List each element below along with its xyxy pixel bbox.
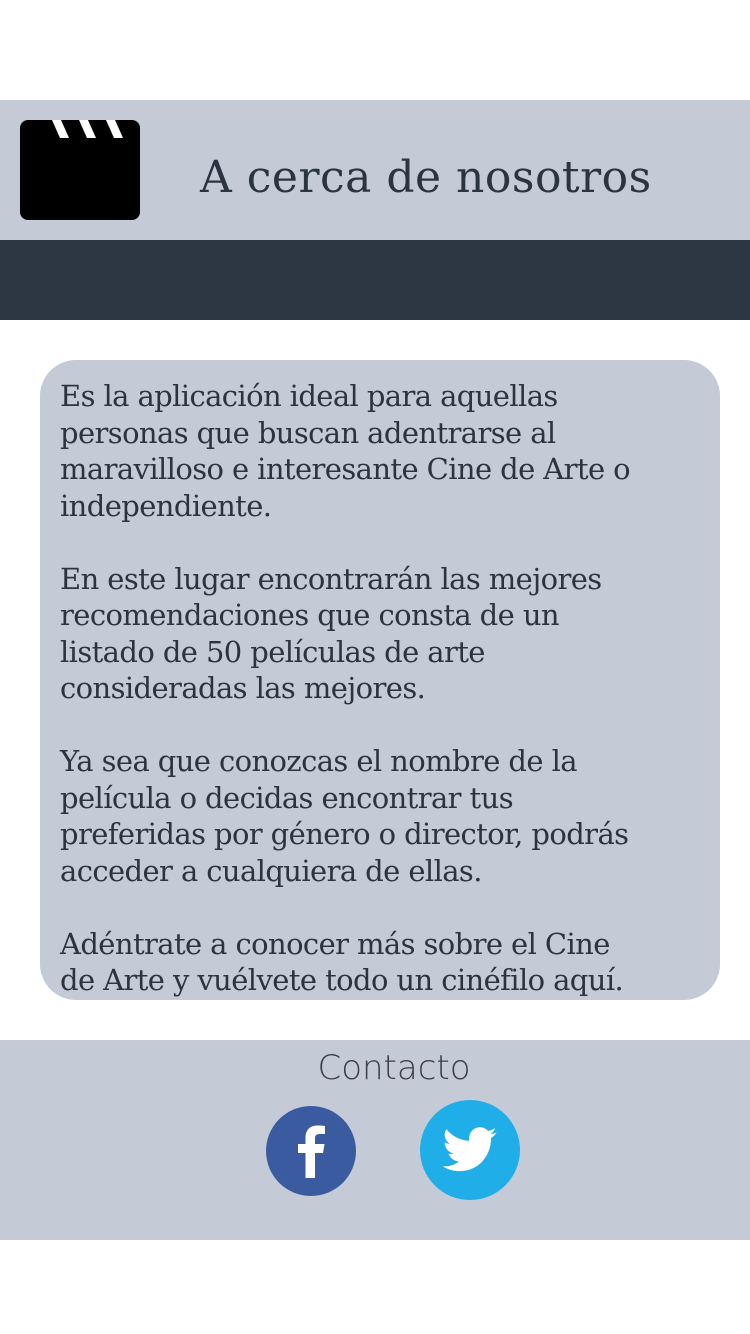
contact-label: Contacto	[317, 1048, 471, 1088]
dark-banner	[0, 240, 750, 320]
twitter-icon	[442, 1127, 497, 1172]
about-paragraph: Adéntrate a conocer más sobre el Cine de…	[60, 926, 624, 998]
twitter-button[interactable]	[420, 1100, 520, 1200]
facebook-icon	[298, 1125, 325, 1178]
about-paragraph: En este lugar encontrarán las mejores re…	[60, 561, 602, 706]
page-title: A cerca de nosotros	[200, 152, 652, 203]
about-text: Es la aplicación ideal para aquellas per…	[60, 378, 710, 1000]
about-page: A cerca de nosotros Es la aplicación ide…	[0, 0, 750, 1334]
facebook-button[interactable]	[266, 1106, 356, 1196]
contact-footer: Contacto	[0, 1040, 750, 1240]
about-paragraph: Ya sea que conozcas el nombre de la pelí…	[60, 744, 629, 888]
about-paragraph: Es la aplicación ideal para aquellas per…	[60, 379, 631, 523]
film-clapperboard-icon	[20, 120, 140, 220]
header-bar: A cerca de nosotros	[0, 100, 750, 240]
about-card: Es la aplicación ideal para aquellas per…	[40, 360, 720, 1000]
